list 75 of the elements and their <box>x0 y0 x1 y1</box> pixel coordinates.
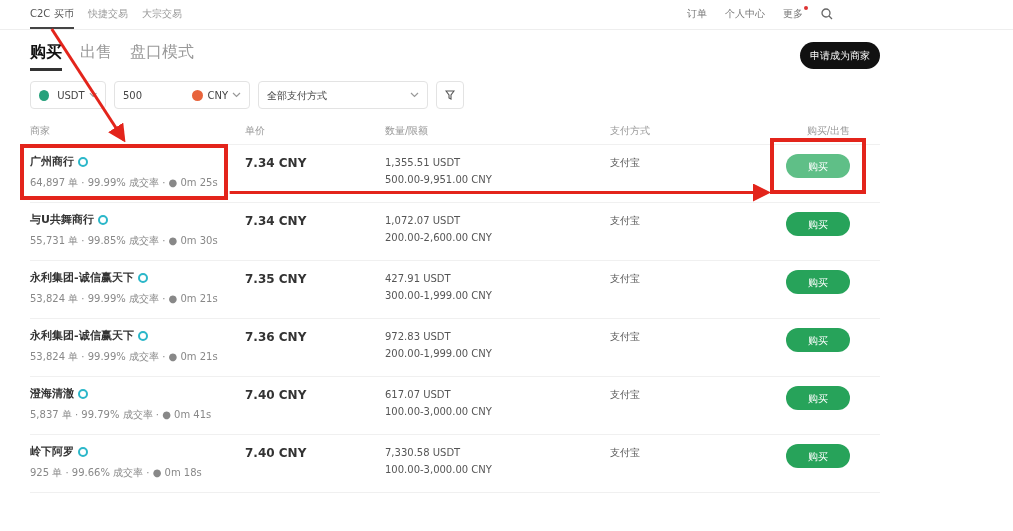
verified-badge-icon <box>78 389 88 400</box>
limit-text: 300.00-1,999.00 CNY <box>385 289 493 303</box>
select-value: 全部支付方式 <box>267 88 327 103</box>
nav-link[interactable]: 订单 <box>687 6 707 21</box>
limit-text: 100.00-3,000.00 CNY <box>385 463 493 477</box>
merchant-stats: 925 单 · 99.66% 成交率 · ● 0m 18s <box>30 465 202 480</box>
buy-button[interactable]: 购买 <box>786 270 850 294</box>
buy-button[interactable]: 购买 <box>786 444 850 468</box>
payment-method: 支付宝 <box>610 389 640 400</box>
nav-tab[interactable]: 快捷交易 <box>87 3 128 29</box>
column-header: 商家 <box>30 124 51 138</box>
price-text: 7.34 CNY <box>245 155 308 172</box>
column-header: 支付方式 <box>610 124 651 138</box>
verified-badge-icon <box>137 273 148 284</box>
price-text: 7.40 CNY <box>245 445 308 462</box>
verified-badge-icon <box>78 157 88 168</box>
chevron-down-icon <box>232 92 241 98</box>
column-header: 数量/限额 <box>385 124 430 138</box>
verified-badge-icon <box>137 331 148 342</box>
mode-tab[interactable]: 购买 <box>30 40 62 71</box>
nav-tab[interactable]: C2C 买币 <box>30 3 74 29</box>
limit-text: 500.00-9,951.00 CNY <box>385 173 493 187</box>
payment-select[interactable]: 全部支付方式 <box>258 81 428 109</box>
merchant-stats: 55,731 单 · 99.85% 成交率 · ● 0m 30s <box>30 233 218 248</box>
quantity-text: 7,330.58 USDT <box>385 446 462 460</box>
merchant-stats: 5,837 单 · 99.79% 成交率 · ● 0m 41s <box>30 407 212 422</box>
price-text: 7.34 CNY <box>245 213 308 230</box>
verified-badge-icon <box>97 215 108 226</box>
amount-field[interactable]: 500 CNY <box>114 81 250 109</box>
apply-merchant-button[interactable]: 申请成为商家 <box>800 42 880 69</box>
search-icon[interactable] <box>821 7 833 20</box>
limit-text: 200.00-2,600.00 CNY <box>385 231 493 245</box>
buy-button[interactable]: 购买 <box>786 212 850 236</box>
payment-method: 支付宝 <box>610 331 640 342</box>
merchant-name[interactable]: 与U共舞商行 <box>30 212 94 229</box>
field-value: 500 <box>123 88 143 103</box>
select-value: CNY <box>207 88 228 103</box>
select-value: USDT <box>57 88 85 103</box>
quantity-text: 1,072.07 USDT <box>385 214 462 228</box>
payment-method: 支付宝 <box>610 273 640 284</box>
quantity-text: 972.83 USDT <box>385 330 452 344</box>
quantity-text: 1,355.51 USDT <box>385 156 462 170</box>
chevron-down-icon <box>410 92 419 98</box>
merchant-stats: 64,897 单 · 99.99% 成交率 · ● 0m 25s <box>30 175 218 190</box>
crypto-select[interactable]: USDT <box>30 81 106 109</box>
column-header: 单价 <box>245 124 266 138</box>
payment-method: 支付宝 <box>610 447 640 458</box>
merchant-name[interactable]: 岭下阿罗 <box>30 444 74 461</box>
price-text: 7.36 CNY <box>245 329 308 346</box>
merchant-name[interactable]: 永利集团-诚信赢天下 <box>30 270 134 287</box>
merchant-stats: 53,824 单 · 99.99% 成交率 · ● 0m 21s <box>30 349 218 364</box>
merchant-name[interactable]: 永利集团-诚信赢天下 <box>30 328 134 345</box>
payment-method: 支付宝 <box>610 157 640 168</box>
quantity-text: 617.07 USDT <box>385 388 452 402</box>
column-header: 购买/出售 <box>805 124 850 138</box>
filter-button[interactable] <box>436 81 464 109</box>
merchant-name[interactable]: 广州商行 <box>30 154 74 171</box>
buy-button[interactable]: 购买 <box>786 328 850 352</box>
verified-badge-icon <box>78 447 88 458</box>
chevron-down-icon <box>88 92 97 98</box>
merchant-stats: 53,824 单 · 99.99% 成交率 · ● 0m 21s <box>30 291 218 306</box>
merchant-name[interactable]: 澄海清澈 <box>30 386 74 403</box>
limit-text: 200.00-1,999.00 CNY <box>385 347 493 361</box>
mode-tab[interactable]: 出售 <box>80 40 112 71</box>
payment-method: 支付宝 <box>610 215 640 226</box>
quantity-text: 427.91 USDT <box>385 272 452 286</box>
limit-text: 100.00-3,000.00 CNY <box>385 405 493 419</box>
nav-link[interactable]: 更多 <box>783 6 803 21</box>
price-text: 7.40 CNY <box>245 387 308 404</box>
filter-icon <box>445 90 455 100</box>
nav-link[interactable]: 个人中心 <box>725 6 765 21</box>
mode-tab[interactable]: 盘口模式 <box>130 40 194 71</box>
nav-tab[interactable]: 大宗交易 <box>141 3 182 29</box>
price-text: 7.35 CNY <box>245 271 308 288</box>
buy-button[interactable]: 购买 <box>786 386 850 410</box>
